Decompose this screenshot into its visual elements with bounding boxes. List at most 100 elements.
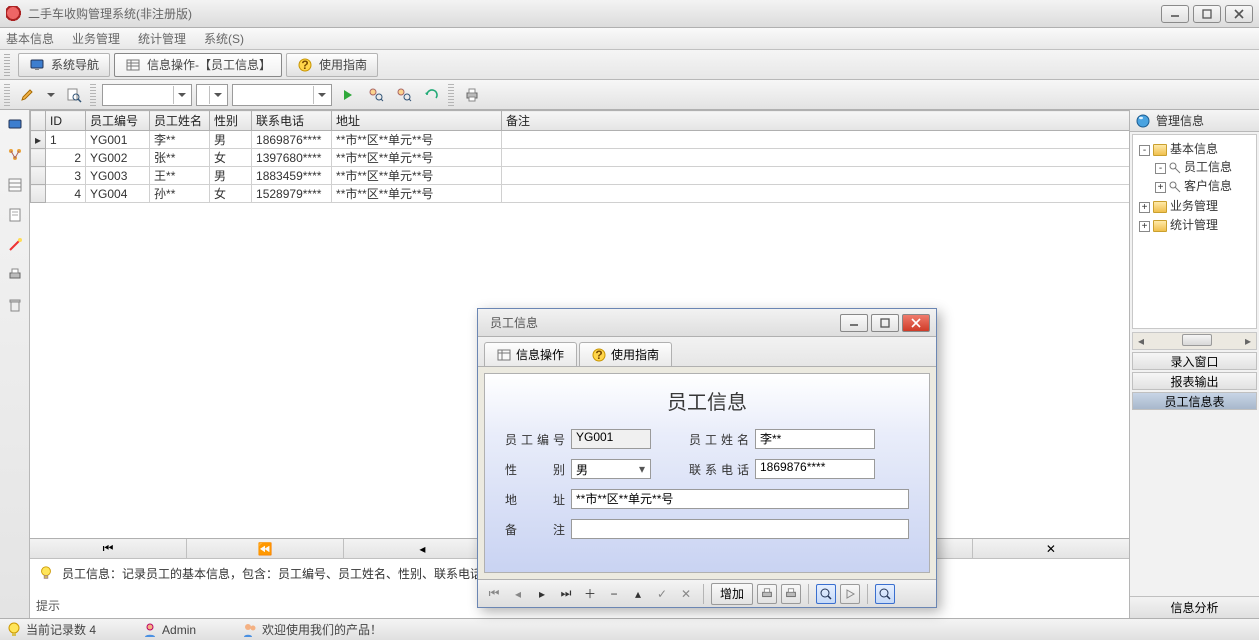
delete-record-icon[interactable]: − <box>604 584 624 604</box>
dialog-minimize-button[interactable] <box>840 314 868 332</box>
field-emp-name[interactable]: 李** <box>755 429 875 449</box>
btn-report-output[interactable]: 报表输出 <box>1132 372 1257 390</box>
dialog-tab-guide[interactable]: ? 使用指南 <box>579 342 672 366</box>
field-sex[interactable]: 男▾ <box>571 459 651 479</box>
rail-print-icon[interactable] <box>4 264 26 286</box>
employee-grid[interactable]: ID 员工编号 员工姓名 性别 联系电话 地址 备注 ▸ 1 YG001 李**… <box>30 110 1129 203</box>
dialog-close-button[interactable] <box>902 314 930 332</box>
expand-icon[interactable]: + <box>1139 202 1150 213</box>
add-button[interactable]: 增加 <box>711 583 753 605</box>
btn-emp-table[interactable]: 员工信息表 <box>1132 392 1257 410</box>
filter-field-combo[interactable] <box>102 84 192 106</box>
rail-home-icon[interactable] <box>4 114 26 136</box>
search-sheet-icon[interactable] <box>62 84 86 106</box>
right-panel-spacer <box>1130 411 1259 596</box>
col-addr[interactable]: 地址 <box>332 111 502 131</box>
menu-stats[interactable]: 统计管理 <box>138 30 186 47</box>
maximize-button[interactable] <box>1193 5 1221 23</box>
field-emp-id[interactable]: YG001 <box>571 429 651 449</box>
left-rail <box>0 110 30 618</box>
first-record-icon[interactable]: ⏮ <box>484 584 504 604</box>
nav-close-icon[interactable]: ✕ <box>973 539 1129 558</box>
confirm-record-icon[interactable]: ✓ <box>652 584 672 604</box>
field-addr[interactable]: **市**区**单元**号 <box>571 489 909 509</box>
dialog-frame: 员工信息 员工编号 YG001 员工姓名 李** 性 别 男▾ 联系电话 186… <box>484 373 930 573</box>
key-icon <box>1169 162 1181 174</box>
folder-icon <box>1153 220 1167 232</box>
find-customers-icon[interactable] <box>392 84 416 106</box>
table-icon <box>497 348 511 362</box>
scroll-thumb[interactable] <box>1182 334 1212 346</box>
right-panel-scrollbar[interactable]: ◂ ▸ <box>1132 332 1257 350</box>
pencil-icon[interactable] <box>16 84 40 106</box>
nav-first-icon[interactable]: ⏮ <box>30 539 187 558</box>
tab-guide[interactable]: ? 使用指南 <box>286 53 378 77</box>
rail-grid-icon[interactable] <box>4 174 26 196</box>
last-record-icon[interactable]: ⏭ <box>556 584 576 604</box>
prev-record-icon[interactable]: ◂ <box>508 584 528 604</box>
right-panel-footer[interactable]: 信息分析 <box>1130 596 1259 618</box>
label-sex: 性 别 <box>505 461 565 478</box>
toolbar-grip <box>4 84 10 106</box>
btn-entry-window[interactable]: 录入窗口 <box>1132 352 1257 370</box>
lightbulb-icon <box>6 622 22 638</box>
zoom-icon[interactable] <box>816 584 836 604</box>
right-panel-header[interactable]: 管理信息 <box>1130 110 1259 132</box>
col-tel[interactable]: 联系电话 <box>252 111 332 131</box>
user-icon <box>142 622 158 638</box>
col-sex[interactable]: 性别 <box>210 111 252 131</box>
key-icon <box>1169 181 1181 193</box>
dialog-toolbar: ⏮ ◂ ▸ ⏭ ＋ − ▴ ✓ ✕ 增加 <box>478 579 936 607</box>
tab-info-op[interactable]: 信息操作-【员工信息】 <box>114 53 282 77</box>
print1-icon[interactable] <box>757 584 777 604</box>
table-row[interactable]: 3 YG003 王** 男 1883459**** **市**区**单元**号 <box>31 167 1130 185</box>
operator-combo[interactable] <box>196 84 228 106</box>
table-row[interactable]: 2 YG002 张** 女 1397680**** **市**区**单元**号 <box>31 149 1130 167</box>
col-empname[interactable]: 员工姓名 <box>150 111 210 131</box>
right-panel: 管理信息 -基本信息 -员工信息 +客户信息 +业务管理 +统计管理 ◂ ▸ 录… <box>1129 110 1259 618</box>
scroll-right-icon[interactable]: ▸ <box>1240 333 1256 349</box>
field-tel[interactable]: 1869876**** <box>755 459 875 479</box>
status-record-count: 当前记录数 4 <box>26 621 96 638</box>
next-record-icon[interactable]: ▸ <box>532 584 552 604</box>
print-icon[interactable] <box>460 84 484 106</box>
cancel-record-icon[interactable]: ✕ <box>676 584 696 604</box>
col-remark[interactable]: 备注 <box>502 111 1129 131</box>
dialog-title-bar[interactable]: 员工信息 <box>478 309 936 337</box>
print2-icon[interactable] <box>781 584 801 604</box>
table-row[interactable]: ▸ 1 YG001 李** 男 1869876**** **市**区**单元**… <box>31 131 1130 149</box>
col-id[interactable]: ID <box>46 111 86 131</box>
play-outline-icon[interactable] <box>840 584 860 604</box>
field-remark[interactable] <box>571 519 909 539</box>
dialog-tab-info[interactable]: 信息操作 <box>484 342 577 366</box>
rail-doc-icon[interactable] <box>4 204 26 226</box>
expand-icon[interactable]: - <box>1155 163 1166 174</box>
scroll-left-icon[interactable]: ◂ <box>1133 333 1149 349</box>
tab-system-nav[interactable]: 系统导航 <box>18 53 110 77</box>
rail-trash-icon[interactable] <box>4 294 26 316</box>
table-row[interactable]: 4 YG004 孙** 女 1528979**** **市**区**单元**号 <box>31 185 1130 203</box>
menu-system[interactable]: 系统(S) <box>204 30 244 47</box>
expand-icon[interactable]: + <box>1139 221 1150 232</box>
menu-basic[interactable]: 基本信息 <box>6 30 54 47</box>
close-button[interactable] <box>1225 5 1253 23</box>
expand-icon[interactable]: + <box>1155 182 1166 193</box>
filter-value-combo[interactable] <box>232 84 332 106</box>
rail-magic-icon[interactable] <box>4 234 26 256</box>
add-record-icon[interactable]: ＋ <box>580 584 600 604</box>
menu-business[interactable]: 业务管理 <box>72 30 120 47</box>
edit-record-icon[interactable]: ▴ <box>628 584 648 604</box>
run-icon[interactable] <box>336 84 360 106</box>
minimize-button[interactable] <box>1161 5 1189 23</box>
management-tree[interactable]: -基本信息 -员工信息 +客户信息 +业务管理 +统计管理 <box>1132 134 1257 329</box>
find-users-icon[interactable] <box>364 84 388 106</box>
pencil-dropdown-icon[interactable] <box>44 91 58 99</box>
zoom2-icon[interactable] <box>875 584 895 604</box>
dialog-maximize-button[interactable] <box>871 314 899 332</box>
rail-tree-icon[interactable] <box>4 144 26 166</box>
expand-icon[interactable]: - <box>1139 145 1150 156</box>
col-empno[interactable]: 员工编号 <box>86 111 150 131</box>
refresh-icon[interactable] <box>420 84 444 106</box>
dropdown-arrow-icon <box>173 86 189 104</box>
nav-prev-page-icon[interactable]: ⏪ <box>187 539 344 558</box>
